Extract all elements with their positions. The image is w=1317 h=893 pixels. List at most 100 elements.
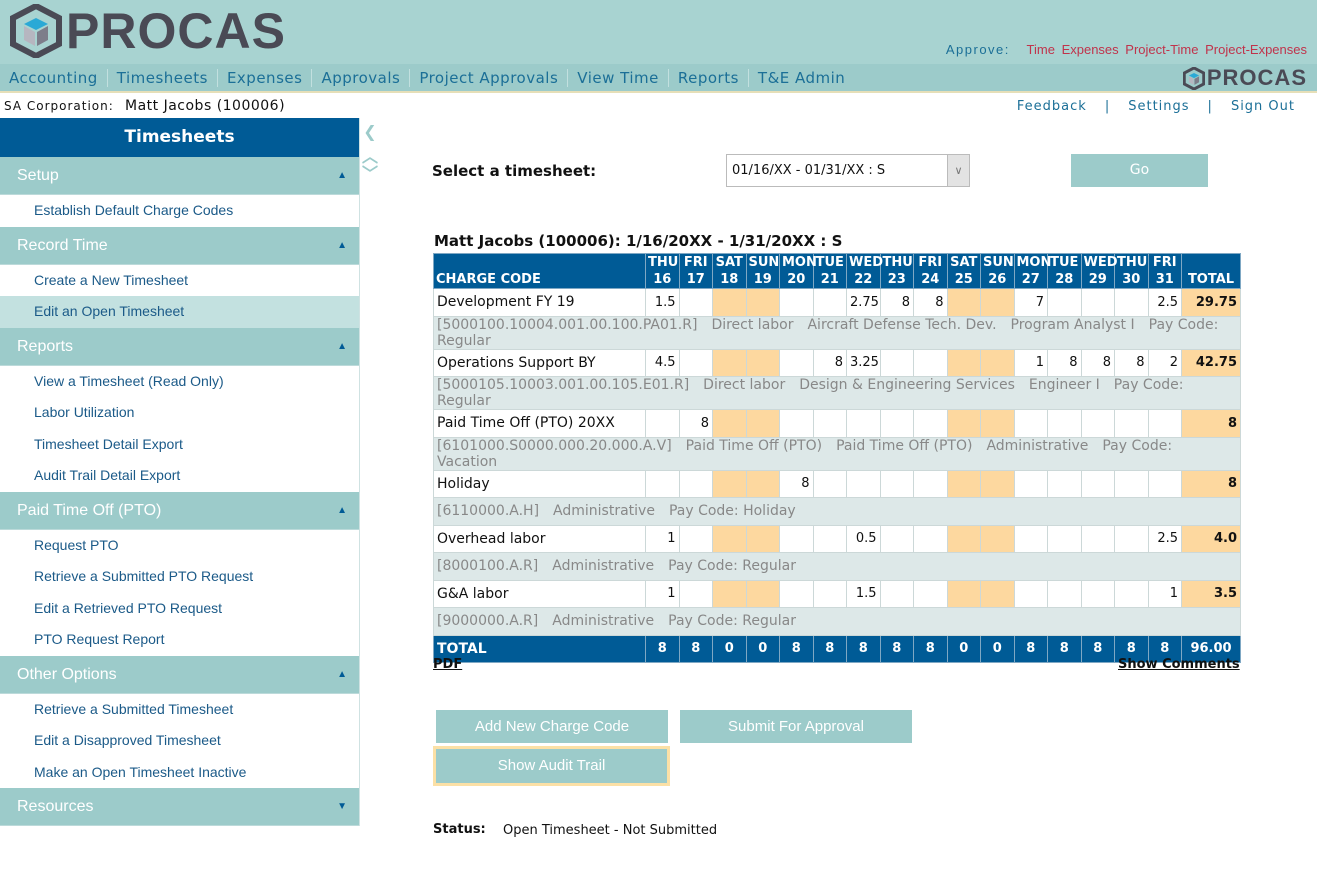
approve-project-time-link[interactable]: Project-Time [1125, 42, 1198, 57]
hours-cell[interactable] [980, 409, 1015, 438]
hours-cell[interactable] [678, 348, 713, 377]
hours-cell[interactable] [779, 579, 814, 608]
hours-cell[interactable]: 7 [1013, 288, 1048, 317]
collapse-arrow-icon[interactable]: ▲ [337, 328, 347, 366]
hours-cell[interactable]: 1 [1013, 348, 1048, 377]
settings-link[interactable]: Settings [1128, 99, 1189, 114]
hours-cell[interactable] [879, 524, 914, 553]
hours-cell[interactable] [1013, 469, 1048, 498]
hours-cell[interactable] [745, 348, 780, 377]
hours-cell[interactable] [779, 409, 814, 438]
nav-te-admin[interactable]: T&E Admin [749, 69, 854, 87]
sidebar-item-labor-utilization[interactable]: Labor Utilization [0, 397, 359, 429]
hours-cell[interactable] [1080, 288, 1115, 317]
sidebar-item-timesheet-detail-export[interactable]: Timesheet Detail Export [0, 428, 359, 460]
hours-cell[interactable] [980, 524, 1015, 553]
hours-cell[interactable] [879, 409, 914, 438]
hours-cell[interactable] [1114, 469, 1149, 498]
hours-cell[interactable] [712, 409, 747, 438]
hours-cell[interactable] [946, 524, 981, 553]
hours-cell[interactable] [1114, 524, 1149, 553]
sidebar-item-retrieve-submitted-timesheet[interactable]: Retrieve a Submitted Timesheet [0, 693, 359, 725]
hours-cell[interactable] [779, 524, 814, 553]
hours-cell[interactable] [879, 579, 914, 608]
sidebar-item-request-pto[interactable]: Request PTO [0, 529, 359, 561]
chevron-down-icon[interactable]: ∨ [947, 155, 969, 186]
hours-cell[interactable] [812, 288, 847, 317]
hours-cell[interactable] [846, 469, 881, 498]
hours-cell[interactable] [913, 409, 948, 438]
hours-cell[interactable] [745, 469, 780, 498]
hours-cell[interactable] [745, 409, 780, 438]
hours-cell[interactable]: 8 [678, 409, 713, 438]
sidebar-item-view-timesheet[interactable]: View a Timesheet (Read Only) [0, 365, 359, 397]
procas-logo[interactable]: PROCAS [10, 4, 286, 58]
hours-cell[interactable]: 1 [645, 579, 680, 608]
hours-cell[interactable] [1080, 469, 1115, 498]
hours-cell[interactable] [812, 524, 847, 553]
collapse-arrow-icon[interactable]: ▲ [337, 492, 347, 530]
hours-cell[interactable]: 8 [879, 288, 914, 317]
hours-cell[interactable] [1147, 409, 1182, 438]
hours-cell[interactable]: 1 [1147, 579, 1182, 608]
sidebar-item-retrieve-pto-request[interactable]: Retrieve a Submitted PTO Request [0, 561, 359, 593]
hours-cell[interactable] [712, 348, 747, 377]
nav-expenses[interactable]: Expenses [218, 69, 313, 87]
hours-cell[interactable] [946, 409, 981, 438]
hours-cell[interactable]: 3.25 [846, 348, 881, 377]
hours-cell[interactable] [946, 579, 981, 608]
hours-cell[interactable] [913, 469, 948, 498]
hours-cell[interactable] [812, 409, 847, 438]
hours-cell[interactable]: 8 [913, 288, 948, 317]
hours-cell[interactable] [1013, 579, 1048, 608]
hours-cell[interactable]: 8 [812, 348, 847, 377]
collapse-arrow-icon[interactable]: ▲ [337, 227, 347, 265]
hours-cell[interactable] [1013, 524, 1048, 553]
nav-accounting[interactable]: Accounting [0, 69, 108, 87]
submit-for-approval-button[interactable]: Submit For Approval [680, 710, 912, 743]
hours-cell[interactable] [879, 469, 914, 498]
hours-cell[interactable]: 4.5 [645, 348, 680, 377]
hours-cell[interactable] [1047, 469, 1082, 498]
sign-out-link[interactable]: Sign Out [1231, 99, 1295, 114]
hours-cell[interactable] [745, 288, 780, 317]
nav-approvals[interactable]: Approvals [312, 69, 411, 87]
add-charge-code-button[interactable]: Add New Charge Code [436, 710, 668, 743]
hours-cell[interactable] [1047, 409, 1082, 438]
approve-project-expenses-link[interactable]: Project-Expenses [1205, 42, 1307, 57]
hours-cell[interactable]: 0.5 [846, 524, 881, 553]
hours-cell[interactable] [779, 348, 814, 377]
hours-cell[interactable] [745, 579, 780, 608]
sidebar-section-resources[interactable]: Resources ▼ [0, 788, 359, 826]
hours-cell[interactable] [712, 288, 747, 317]
hours-cell[interactable]: 8 [1114, 348, 1149, 377]
hours-cell[interactable] [980, 348, 1015, 377]
hours-cell[interactable] [678, 469, 713, 498]
hours-cell[interactable] [812, 469, 847, 498]
hours-cell[interactable] [745, 524, 780, 553]
hours-cell[interactable]: 2.5 [1147, 524, 1182, 553]
hours-cell[interactable]: 1.5 [645, 288, 680, 317]
feedback-link[interactable]: Feedback [1017, 99, 1087, 114]
sidebar-section-setup[interactable]: Setup ▲ [0, 157, 359, 195]
hours-cell[interactable] [1114, 409, 1149, 438]
hours-cell[interactable] [1013, 409, 1048, 438]
nav-view-time[interactable]: View Time [568, 69, 669, 87]
hours-cell[interactable] [946, 469, 981, 498]
hours-cell[interactable] [1147, 469, 1182, 498]
expand-arrow-icon[interactable]: ▼ [337, 788, 347, 826]
hours-cell[interactable]: 8 [1080, 348, 1115, 377]
hours-cell[interactable] [946, 348, 981, 377]
hours-cell[interactable] [1114, 579, 1149, 608]
hours-cell[interactable]: 2.5 [1147, 288, 1182, 317]
collapse-arrow-icon[interactable]: ▲ [337, 656, 347, 694]
hours-cell[interactable] [980, 469, 1015, 498]
nav-timesheets[interactable]: Timesheets [108, 69, 218, 87]
sidebar-section-record-time[interactable]: Record Time ▲ [0, 226, 359, 265]
hours-cell[interactable] [645, 469, 680, 498]
sidebar-item-audit-trail-detail-export[interactable]: Audit Trail Detail Export [0, 460, 359, 492]
show-comments-link[interactable]: Show Comments [1118, 657, 1240, 672]
hours-cell[interactable] [913, 524, 948, 553]
sidebar-section-reports[interactable]: Reports ▲ [0, 327, 359, 366]
sidebar-item-edit-disapproved-timesheet[interactable]: Edit a Disapproved Timesheet [0, 725, 359, 757]
